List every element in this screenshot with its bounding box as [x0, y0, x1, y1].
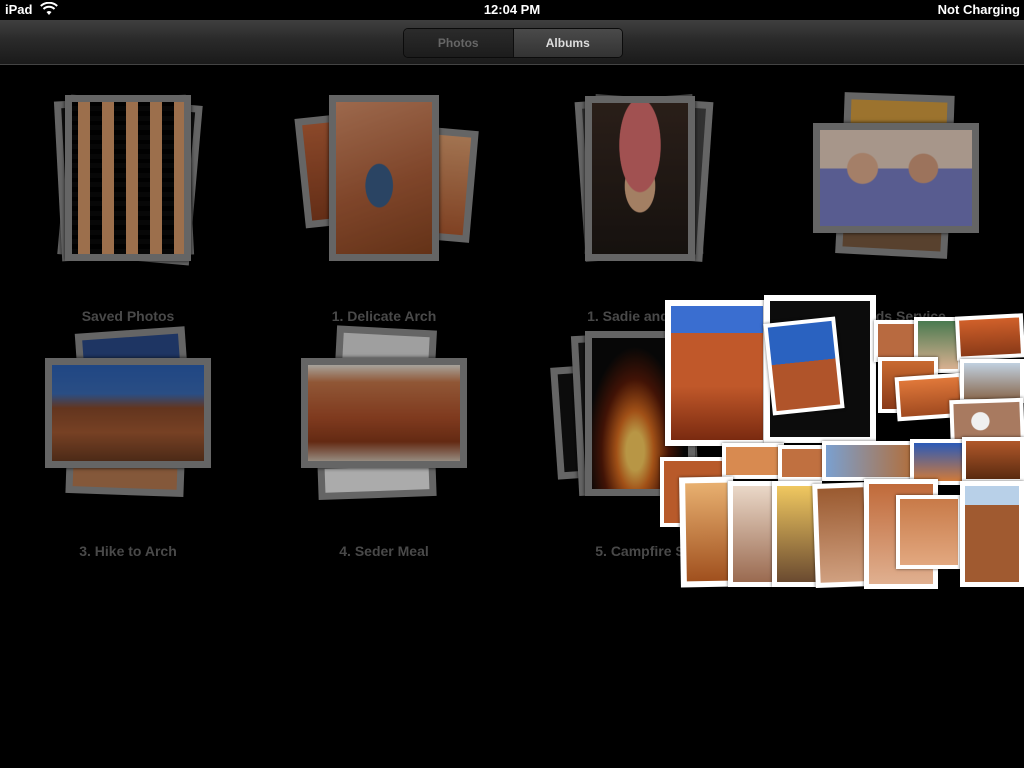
segment-albums[interactable]: Albums [513, 29, 622, 57]
album-cover-photo [585, 96, 695, 261]
photo-thumbnail[interactable] [822, 441, 914, 481]
photo-thumbnail[interactable] [896, 495, 962, 569]
album-cover-photo [301, 358, 467, 468]
album-seder-meal[interactable]: 4. Seder Meal [264, 325, 504, 559]
album-saved-photos[interactable]: Saved Photos [8, 90, 248, 324]
album-cover-photo [65, 95, 191, 261]
photo-thumbnail[interactable] [665, 300, 769, 446]
photo-thumbnail[interactable] [763, 316, 845, 416]
album-title: 3. Hike to Arch [79, 543, 177, 559]
photos-albums-segmented-control: Photos Albums [403, 28, 623, 58]
album-kids-service[interactable]: 2. Kids Service [776, 90, 1016, 324]
photo-thumbnail[interactable] [679, 476, 735, 588]
segment-photos[interactable]: Photos [404, 29, 514, 57]
photo-thumbnail[interactable] [722, 443, 784, 479]
album-hike-to-arch[interactable]: 3. Hike to Arch [8, 325, 248, 559]
photo-thumbnail[interactable] [960, 481, 1024, 587]
album-sadie-and-ori[interactable]: 1. Sadie and Ori [520, 90, 760, 324]
album-title: 1. Delicate Arch [331, 308, 437, 324]
status-bar: iPad 12:04 PM Not Charging [0, 0, 1024, 20]
clock: 12:04 PM [483, 2, 541, 17]
album-delicate-arch[interactable]: 1. Delicate Arch [264, 90, 504, 324]
navigation-bar: Photos Albums [0, 20, 1024, 65]
photo-thumbnail[interactable] [962, 437, 1024, 483]
battery-status: Not Charging [937, 2, 1020, 17]
photo-thumbnail[interactable] [960, 359, 1024, 403]
album-title: 4. Seder Meal [339, 543, 429, 559]
photo-thumbnail[interactable] [874, 320, 918, 362]
album-cover-photo [329, 95, 439, 261]
expanding-album-photos [660, 295, 1024, 595]
photo-thumbnail[interactable] [728, 481, 778, 587]
album-title: Saved Photos [81, 308, 175, 324]
photo-thumbnail[interactable] [812, 482, 872, 588]
album-cover-photo [45, 358, 211, 468]
photo-thumbnail[interactable] [954, 313, 1024, 361]
album-cover-photo [813, 123, 979, 233]
